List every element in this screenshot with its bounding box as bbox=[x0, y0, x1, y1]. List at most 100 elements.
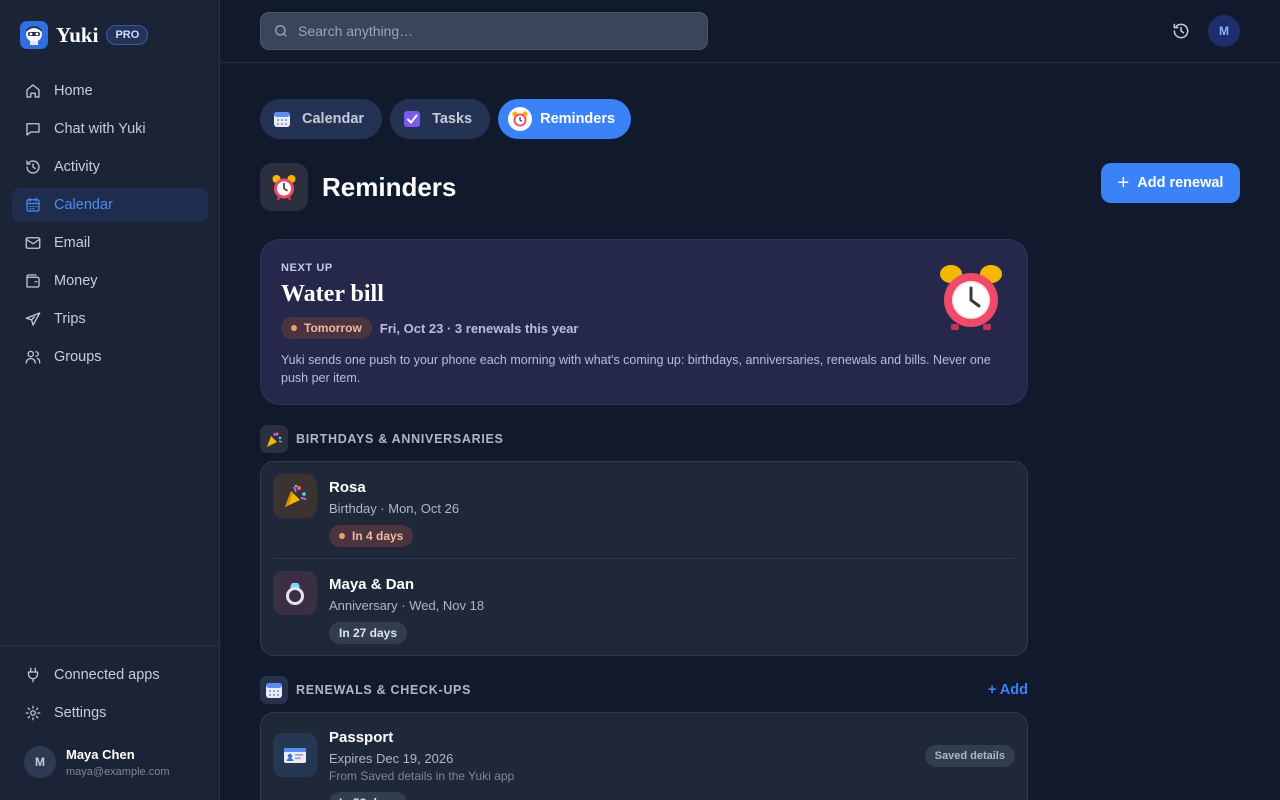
item-name: Rosa bbox=[329, 479, 366, 496]
status-dot bbox=[339, 533, 345, 539]
gear-icon bbox=[25, 705, 41, 721]
sidebar-item-chat[interactable]: Chat with Yuki bbox=[12, 112, 208, 146]
sidebar-item-connected-apps[interactable]: Connected apps bbox=[12, 658, 208, 692]
item-name: Passport bbox=[329, 729, 394, 746]
calendar-icon bbox=[270, 107, 294, 131]
user-card[interactable]: M Maya Chen maya@example.com bbox=[24, 746, 169, 778]
status-badge-label: Tomorrow bbox=[304, 321, 362, 335]
list-item[interactable]: Rosa Birthday · Mon, Oct 26 In 4 days bbox=[261, 462, 1027, 558]
alarm-clock-icon bbox=[260, 163, 308, 211]
sidebar-item-home[interactable]: Home bbox=[12, 74, 208, 108]
sidebar-item-label: Connected apps bbox=[54, 667, 160, 683]
alarm-clock-icon bbox=[937, 262, 1005, 337]
item-subtitle: Birthday · Mon, Oct 26 bbox=[329, 501, 460, 516]
item-name: Maya & Dan bbox=[329, 576, 415, 593]
search-input[interactable] bbox=[298, 23, 698, 39]
tab-label: Tasks bbox=[432, 111, 473, 127]
page-title: Reminders bbox=[322, 171, 457, 202]
countdown-badge: In 27 days bbox=[329, 622, 408, 644]
users-icon bbox=[25, 350, 41, 364]
sidebar-item-label: Groups bbox=[54, 349, 102, 365]
app-name: Yuki bbox=[56, 22, 99, 47]
sidebar-item-settings[interactable]: Settings bbox=[12, 696, 208, 730]
party-popper-icon bbox=[273, 474, 317, 518]
countdown-badge: In 58 days bbox=[329, 792, 408, 800]
id-card-icon bbox=[273, 733, 317, 777]
plus-icon: + bbox=[1117, 172, 1130, 194]
party-popper-icon bbox=[260, 425, 288, 453]
sidebar-item-label: Activity bbox=[54, 159, 100, 175]
wallet-icon bbox=[26, 274, 40, 288]
calendar-icon bbox=[26, 197, 40, 212]
saved-details-badge: Saved details bbox=[924, 745, 1015, 767]
sidebar-item-activity[interactable]: Activity bbox=[12, 150, 208, 184]
search-bar[interactable] bbox=[260, 12, 708, 50]
status-dot bbox=[291, 325, 297, 331]
sidebar-bottom-nav: Connected apps Settings bbox=[12, 658, 208, 734]
user-name: Maya Chen bbox=[66, 746, 135, 762]
history-icon bbox=[1173, 23, 1189, 39]
list-item[interactable]: Maya & Dan Anniversary · Wed, Nov 18 In … bbox=[273, 558, 1015, 654]
item-subtitle: Expires Dec 19, 2026 bbox=[329, 751, 454, 766]
sidebar-item-label: Money bbox=[54, 273, 98, 289]
checkbox-icon bbox=[400, 107, 424, 131]
status-badge: Tomorrow bbox=[281, 317, 372, 339]
countdown-badge: In 4 days bbox=[329, 525, 414, 547]
add-renewal-link[interactable]: + Add bbox=[988, 682, 1028, 698]
alarm-clock-icon bbox=[508, 107, 533, 131]
next-up-description: Yuki sends one push to your phone each m… bbox=[281, 353, 991, 385]
renewals-section-header: RENEWALS & CHECK-UPS + Add bbox=[260, 676, 1028, 704]
sidebar-item-calendar[interactable]: Calendar bbox=[12, 188, 208, 222]
list-item[interactable]: Passport Expires Dec 19, 2026 From Saved… bbox=[261, 713, 1027, 800]
birthdays-list: Rosa Birthday · Mon, Oct 26 In 4 days Ma… bbox=[260, 461, 1028, 656]
view-tabs: Calendar Tasks Reminders bbox=[260, 99, 639, 139]
next-up-card[interactable]: NEXT UP Water bill Tomorrow Fri, Oct 23 … bbox=[260, 239, 1028, 405]
tab-calendar[interactable]: Calendar bbox=[260, 99, 383, 139]
sidebar-item-label: Home bbox=[54, 83, 93, 99]
home-icon bbox=[26, 84, 40, 98]
tab-label: Reminders bbox=[540, 111, 616, 127]
next-up-title: Water bill bbox=[281, 281, 384, 307]
birthdays-section-header: BIRTHDAYS & ANNIVERSARIES bbox=[260, 425, 1028, 453]
add-renewal-label: Add renewal bbox=[1137, 175, 1224, 191]
sidebar-item-trips[interactable]: Trips bbox=[12, 302, 208, 336]
sidebar-item-label: Settings bbox=[54, 705, 107, 721]
user-email: maya@example.com bbox=[66, 765, 170, 778]
sidebar-item-label: Chat with Yuki bbox=[54, 121, 146, 137]
history-button[interactable] bbox=[1171, 21, 1191, 41]
search-icon bbox=[275, 25, 287, 37]
section-title: RENEWALS & CHECK-UPS bbox=[296, 683, 472, 697]
history-icon bbox=[26, 160, 40, 174]
plane-icon bbox=[25, 312, 41, 326]
tab-reminders[interactable]: Reminders bbox=[498, 99, 632, 139]
item-subtitle: Anniversary · Wed, Nov 18 bbox=[329, 598, 485, 613]
sidebar-nav: Home Chat with Yuki Activity Calendar Em… bbox=[12, 74, 208, 378]
countdown-label: In 4 days bbox=[352, 529, 404, 543]
next-up-when: Fri, Oct 23 · 3 renewals this year bbox=[379, 320, 579, 336]
page-header: Reminders bbox=[260, 163, 456, 211]
sidebar-item-money[interactable]: Money bbox=[12, 264, 208, 298]
chat-icon bbox=[26, 123, 40, 136]
sidebar-footer: Connected apps Settings M Maya Chen maya… bbox=[0, 645, 219, 778]
sidebar-item-groups[interactable]: Groups bbox=[12, 340, 208, 374]
tab-label: Calendar bbox=[302, 111, 365, 127]
avatar: M bbox=[24, 746, 56, 778]
next-up-eyebrow: NEXT UP bbox=[281, 262, 333, 274]
section-title: BIRTHDAYS & ANNIVERSARIES bbox=[296, 432, 504, 446]
brand[interactable]: Yuki PRO bbox=[20, 19, 149, 51]
tab-tasks[interactable]: Tasks bbox=[390, 99, 491, 139]
item-source-note: From Saved details in the Yuki app bbox=[329, 769, 515, 783]
sidebar: Yuki PRO Home Chat with Yuki Activity Ca… bbox=[0, 0, 220, 800]
renewals-list: Passport Expires Dec 19, 2026 From Saved… bbox=[260, 712, 1028, 800]
mail-icon bbox=[25, 237, 41, 249]
ring-icon bbox=[273, 571, 317, 615]
sidebar-item-email[interactable]: Email bbox=[12, 226, 208, 260]
sidebar-item-label: Trips bbox=[54, 311, 86, 327]
avatar[interactable]: M bbox=[1208, 15, 1240, 47]
add-renewal-button[interactable]: + Add renewal bbox=[1101, 163, 1240, 203]
topbar: M bbox=[220, 0, 1280, 63]
calendar-icon bbox=[260, 676, 288, 704]
sidebar-item-label: Email bbox=[54, 235, 91, 251]
pro-badge: PRO bbox=[106, 25, 149, 45]
plug-icon bbox=[27, 667, 39, 683]
